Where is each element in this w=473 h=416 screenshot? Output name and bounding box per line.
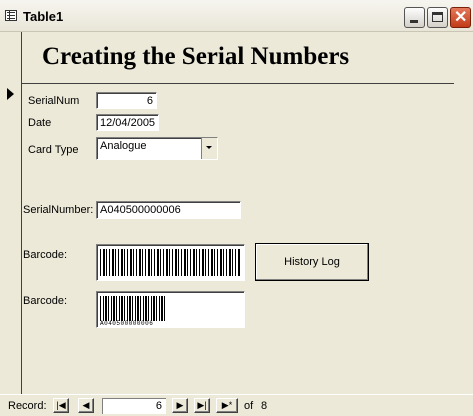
first-record-icon: |◀ (56, 400, 66, 410)
cardtype-selected-value: Analogue (100, 140, 147, 152)
first-record-button[interactable]: |◀ (53, 398, 69, 413)
new-record-button[interactable]: ▶* (216, 398, 238, 413)
minimize-icon (410, 20, 418, 23)
previous-record-button[interactable]: ◀ (78, 398, 94, 413)
date-label: Date (28, 117, 52, 129)
serialnum-label: SerialNum (28, 95, 80, 107)
new-record-icon: ▶* (221, 400, 233, 410)
barcode-label-2: Barcode: (23, 295, 68, 307)
barcode-digits: A040500000006 (100, 320, 154, 327)
record-selector[interactable] (4, 32, 22, 394)
window-title: Table1 (23, 9, 64, 24)
close-button[interactable]: ✕ (450, 7, 471, 28)
record-total: 8 (261, 400, 268, 412)
history-log-button[interactable]: History Log (255, 243, 369, 281)
maximize-button[interactable] (427, 7, 448, 28)
serialnum-field[interactable]: 6 (96, 92, 157, 109)
barcode-bars-1 (100, 249, 241, 276)
close-icon: ✕ (454, 9, 468, 26)
barcode-bars-2 (100, 296, 166, 321)
record-of-label: of (244, 400, 254, 412)
next-record-icon: ▶ (176, 400, 184, 410)
chevron-down-icon (206, 146, 212, 149)
access-form-window: Table1 ✕ Creating the Serial Numbers Ser… (0, 0, 473, 416)
barcode-label-1: Barcode: (23, 249, 68, 261)
maximize-icon (432, 12, 443, 22)
form-body: Creating the Serial Numbers SerialNum 6 … (0, 32, 473, 394)
serialnumber-field[interactable]: A040500000006 (96, 201, 241, 219)
record-label: Record: (8, 400, 47, 412)
next-record-button[interactable]: ▶ (172, 398, 188, 413)
serialnumber-label: SerialNumber: (23, 204, 94, 216)
last-record-icon: ▶| (197, 400, 207, 410)
form-icon (5, 10, 17, 21)
last-record-button[interactable]: ▶| (194, 398, 210, 413)
cardtype-dropdown-button[interactable] (201, 138, 217, 159)
header-divider (22, 83, 454, 84)
barcode-image-2: A040500000006 (96, 291, 245, 328)
date-field[interactable]: 12/04/2005 (96, 114, 159, 131)
title-bar[interactable]: Table1 ✕ (0, 0, 473, 32)
form-heading: Creating the Serial Numbers (42, 43, 350, 70)
previous-record-icon: ◀ (82, 400, 90, 410)
minimize-button[interactable] (404, 7, 425, 28)
cardtype-label: Card Type (28, 144, 79, 156)
barcode-image-1 (96, 244, 245, 281)
current-record-field[interactable]: 6 (102, 398, 166, 414)
record-navigation-bar: Record: |◀ ◀ 6 ▶ ▶| ▶* of 8 (0, 394, 473, 416)
current-record-icon (7, 88, 14, 100)
cardtype-select[interactable]: Analogue (96, 137, 218, 160)
